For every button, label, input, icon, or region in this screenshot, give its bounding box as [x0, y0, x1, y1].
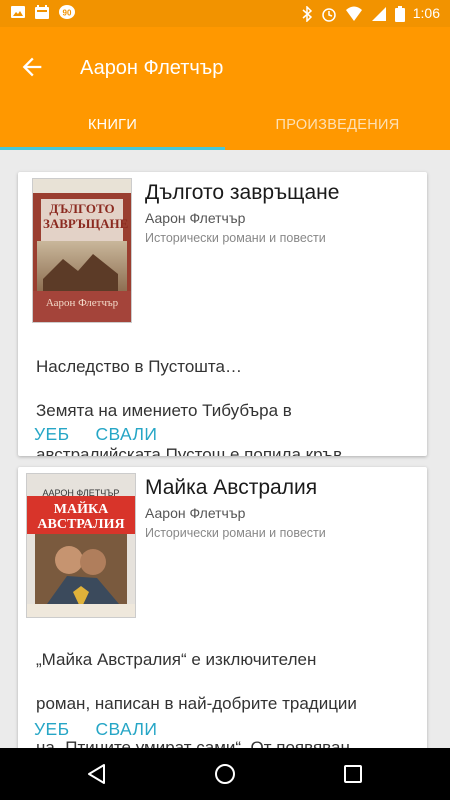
status-time: 1:06: [412, 5, 440, 21]
web-button[interactable]: УЕБ: [34, 715, 69, 744]
status-bar: 90 1:06: [0, 0, 450, 27]
description-line: „Майка Австралия“ е изключителен: [36, 650, 317, 669]
system-nav-bar: [0, 748, 450, 800]
book-cover: ААРОН ФЛЕТЧЪР МАЙКА АВСТРАЛИЯ: [26, 473, 136, 618]
download-button[interactable]: СВАЛИ: [95, 420, 157, 449]
web-button[interactable]: УЕБ: [34, 420, 69, 449]
nav-recents-icon[interactable]: [341, 762, 365, 786]
book-author: Аарон Флетчър: [145, 210, 246, 226]
book-cover: ДЪЛГОТО ЗАВРЪЩАНЕ Аарон Флетчър: [32, 178, 132, 323]
nav-home-icon[interactable]: [213, 762, 237, 786]
app-bar: Аарон Флетчър КНИГИ ПРОИЗВЕДЕНИЯ: [0, 27, 450, 150]
cover-author: ААРОН ФЛЕТЧЪР: [42, 488, 120, 498]
download-button[interactable]: СВАЛИ: [95, 715, 157, 744]
bluetooth-icon: [302, 5, 312, 22]
cover-title: ДЪЛГОТО ЗАВРЪЩАНЕ: [43, 201, 129, 231]
cover-title: МАЙКА АВСТРАЛИЯ: [37, 502, 125, 532]
calendar-notification-icon: [35, 5, 49, 19]
book-card[interactable]: ДЪЛГОТО ЗАВРЪЩАНЕ Аарон Флетчър Дългото …: [18, 172, 427, 456]
back-arrow-icon[interactable]: [18, 53, 46, 81]
book-genre: Исторически романи и повести: [145, 231, 326, 245]
signal-icon: [371, 6, 386, 21]
cover-author: Аарон Флетчър: [45, 297, 119, 309]
book-genre: Исторически романи и повести: [145, 526, 326, 540]
card-actions: УЕБ СВАЛИ: [34, 420, 157, 449]
book-author: Аарон Флетчър: [145, 505, 246, 521]
tab-bar: КНИГИ ПРОИЗВЕДЕНИЯ: [0, 100, 450, 150]
book-title: Дългото завръщане: [145, 181, 340, 204]
battery-icon: [394, 5, 405, 22]
description-line: Наследство в Пустошта…: [36, 357, 242, 376]
alarm-icon: [322, 7, 336, 22]
book-card[interactable]: ААРОН ФЛЕТЧЪР МАЙКА АВСТРАЛИЯ Майка Авст…: [18, 467, 427, 757]
svg-text:90: 90: [63, 9, 72, 18]
wifi-icon: [345, 6, 362, 21]
description-line: роман, написан в най-добрите традиции: [36, 694, 357, 713]
nav-back-icon[interactable]: [85, 762, 109, 786]
app-notification-icon: 90: [59, 5, 75, 19]
page-title: Аарон Флетчър: [80, 57, 224, 79]
image-notification-icon: [11, 6, 25, 18]
tab-works-label: ПРОИЗВЕДЕНИЯ: [275, 117, 400, 133]
description-line: Земята на имението Тибубъра в: [36, 401, 292, 420]
tab-indicator: [0, 147, 225, 150]
tab-works[interactable]: ПРОИЗВЕДЕНИЯ: [225, 100, 450, 150]
card-actions: УЕБ СВАЛИ: [34, 715, 157, 744]
tab-books-label: КНИГИ: [87, 117, 138, 133]
book-title: Майка Австралия: [145, 476, 318, 499]
tab-books[interactable]: КНИГИ: [0, 100, 225, 150]
